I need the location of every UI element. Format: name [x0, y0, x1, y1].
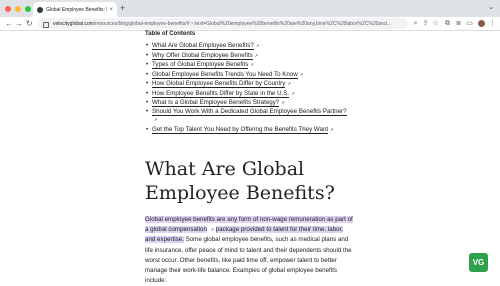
toc-link[interactable]: Get the Top Talent You Need by Offering … — [152, 125, 329, 134]
browser-menu-icon[interactable]: ⋮ — [488, 18, 497, 29]
side-panel-icon[interactable]: ▭ — [465, 18, 474, 29]
browser-tab-bar: Global Employee Benefits: Ho... × + ⌄ — [0, 0, 500, 17]
toc-item: Get the Top Talent You Need by Offering … — [144, 125, 364, 135]
toc-item: What Is a Global Employee Benefits Strat… — [144, 98, 364, 108]
address-bar-row: ← → ↻ velocityglobal.com/resources/blog/… — [0, 17, 500, 31]
external-link-icon: ↗ — [154, 117, 158, 122]
external-link-icon: ↗ — [330, 126, 334, 132]
toc-item: Types of Global Employee Benefits↗ — [144, 60, 364, 70]
close-window-button[interactable] — [5, 6, 11, 12]
minimize-window-button[interactable] — [15, 6, 21, 12]
new-tab-button[interactable]: + — [120, 2, 125, 14]
zoom-icon[interactable]: ⌕ — [411, 18, 420, 29]
toc-item: Global Employee Benefits Trends You Need… — [144, 70, 364, 80]
external-link-icon: ↗ — [254, 52, 259, 58]
paragraph-text: Some global employee benefits, such as m… — [145, 236, 352, 285]
toc-title: Table of Contents — [145, 31, 196, 37]
external-link-icon: ↗ — [255, 43, 260, 48]
section-heading: What Are Global Employee Benefits? — [145, 158, 335, 204]
url-text: velocityglobal.com/resources/blog/global… — [53, 20, 391, 27]
bookmark-star-icon[interactable]: ☆ — [431, 18, 440, 29]
toc-item: How Global Employee Benefits Differ by C… — [144, 79, 364, 89]
external-link-icon: ↗ — [281, 100, 285, 105]
toc-link[interactable]: How Employee Benefits Differ by State in… — [152, 89, 290, 98]
forward-icon[interactable]: → — [15, 18, 23, 29]
reload-icon[interactable]: ↻ — [26, 18, 33, 29]
favicon-icon — [37, 6, 43, 13]
external-link-icon: ↗ — [299, 71, 304, 77]
back-icon[interactable]: ← — [5, 18, 13, 29]
extensions-icon[interactable]: ⧉ — [443, 18, 452, 29]
external-link-icon: ↗ — [250, 62, 254, 67]
toc-link[interactable]: What Is a Global Employee Benefits Strat… — [152, 99, 280, 107]
tab-search-icon[interactable]: ⌄ — [488, 3, 494, 11]
toc-link[interactable]: Types of Global Employee Benefits — [152, 61, 249, 69]
toc-link[interactable]: How Global Employee Benefits Differ by C… — [152, 80, 286, 88]
toc-link[interactable]: What Are Global Employee Benefits? — [152, 42, 254, 50]
table-of-contents: What Are Global Employee Benefits?↗ Why … — [144, 41, 364, 134]
lock-icon — [43, 21, 49, 28]
vg-chat-badge[interactable]: VG — [469, 253, 488, 272]
toc-item: What Are Global Employee Benefits?↗ — [144, 41, 364, 51]
external-link-icon: ↗ — [287, 81, 291, 86]
toc-link[interactable]: Should You Work With a Dedicated Global … — [152, 107, 347, 116]
url-field[interactable]: velocityglobal.com/resources/blog/global… — [38, 18, 408, 29]
external-link-icon: ↗ — [291, 90, 295, 96]
body-paragraph: Global employee benefits are any form of… — [145, 215, 355, 286]
reading-list-icon[interactable]: ≣ — [454, 18, 463, 29]
browser-tab[interactable]: Global Employee Benefits: Ho... × — [33, 2, 117, 17]
toc-link[interactable]: Global Employee Benefits Trends You Need… — [152, 70, 298, 79]
profile-avatar[interactable] — [478, 20, 485, 27]
toc-item: How Employee Benefits Differ by State in… — [144, 89, 364, 99]
share-icon[interactable]: ⇪ — [421, 18, 430, 29]
external-link-icon: ↗ — [210, 227, 215, 233]
window-controls — [5, 6, 31, 12]
toc-item: Should You Work With a Dedicated Global … — [144, 107, 364, 125]
maximize-window-button[interactable] — [25, 6, 31, 12]
tab-close-icon[interactable]: × — [109, 7, 113, 13]
toc-item: Why Offer Global Employee Benefits↗ — [144, 51, 364, 61]
tab-title: Global Employee Benefits: Ho... — [46, 6, 107, 13]
toc-link[interactable]: Why Offer Global Employee Benefits — [152, 51, 253, 60]
